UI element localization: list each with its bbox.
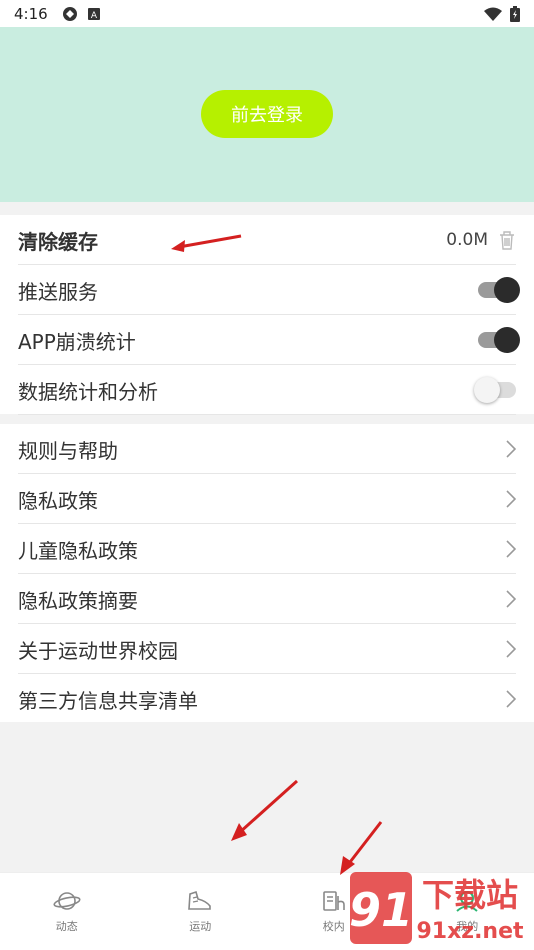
campus-icon xyxy=(322,890,345,911)
clear-cache-label: 清除缓存 xyxy=(18,229,98,254)
chevron-right-icon xyxy=(506,490,516,508)
status-bar: 4:16 A xyxy=(0,0,534,27)
privacy-policy-row[interactable]: 隐私政策 xyxy=(0,474,534,524)
watermark-title: 下载站 xyxy=(422,876,518,914)
privacy-policy-label: 隐私政策 xyxy=(18,488,98,513)
nav-item-sport[interactable]: 运动 xyxy=(134,873,268,950)
chevron-right-icon xyxy=(506,440,516,458)
nav-label-dynamics: 动态 xyxy=(55,919,78,933)
clear-cache-row[interactable]: 清除缓存 0.0M xyxy=(0,215,534,265)
annotation-arrow-nav-1 xyxy=(231,779,299,841)
chevron-right-icon xyxy=(506,640,516,658)
chevron-right-icon xyxy=(506,540,516,558)
child-privacy-row[interactable]: 儿童隐私政策 xyxy=(0,524,534,574)
crash-stats-row: APP崩溃统计 xyxy=(0,315,534,365)
privacy-summary-label: 隐私政策摘要 xyxy=(18,588,138,613)
nav-label-campus: 校内 xyxy=(322,919,345,933)
sneaker-icon xyxy=(188,890,212,910)
trash-icon[interactable] xyxy=(498,230,516,250)
svg-text:91: 91 xyxy=(349,883,413,937)
chevron-right-icon xyxy=(506,690,516,708)
push-service-toggle[interactable] xyxy=(478,277,520,303)
status-time: 4:16 xyxy=(14,4,48,23)
rules-help-row[interactable]: 规则与帮助 xyxy=(0,424,534,474)
rules-help-label: 规则与帮助 xyxy=(18,438,118,463)
chevron-right-icon xyxy=(506,590,516,608)
data-analytics-row: 数据统计和分析 xyxy=(0,365,534,415)
about-app-label: 关于运动世界校园 xyxy=(18,638,178,663)
planet-icon xyxy=(53,891,81,910)
third-party-sharing-row[interactable]: 第三方信息共享清单 xyxy=(0,674,534,724)
battery-icon xyxy=(510,5,520,22)
nav-label-sport: 运动 xyxy=(189,919,212,933)
login-button[interactable]: 前去登录 xyxy=(201,90,333,138)
settings-group-info: 规则与帮助 隐私政策 儿童隐私政策 隐私政策摘要 关于运动世界校园 第三方信息共… xyxy=(0,424,534,722)
watermark-url: 91xz.net xyxy=(416,919,524,944)
about-app-row[interactable]: 关于运动世界校园 xyxy=(0,624,534,674)
third-party-sharing-label: 第三方信息共享清单 xyxy=(18,688,198,713)
data-analytics-toggle[interactable] xyxy=(474,377,516,403)
crash-stats-label: APP崩溃统计 xyxy=(18,329,136,354)
wifi-icon xyxy=(484,7,502,21)
crash-stats-toggle[interactable] xyxy=(478,327,520,353)
nav-item-dynamics[interactable]: 动态 xyxy=(0,873,134,950)
privacy-summary-row[interactable]: 隐私政策摘要 xyxy=(0,574,534,624)
push-service-row: 推送服务 xyxy=(0,265,534,315)
profile-header: 前去登录 xyxy=(0,27,534,202)
a-notification-icon: A xyxy=(87,7,100,20)
data-analytics-label: 数据统计和分析 xyxy=(18,379,158,404)
push-service-label: 推送服务 xyxy=(18,279,98,304)
site-watermark-logo: 91 下载站 91xz.net xyxy=(349,872,524,944)
svg-text:A: A xyxy=(91,11,98,20)
settings-group-privacy: 清除缓存 0.0M 推送服务 APP崩溃统计 数据统计和分析 xyxy=(0,215,534,415)
child-privacy-label: 儿童隐私政策 xyxy=(18,538,138,563)
cache-size-value: 0.0M xyxy=(446,230,488,250)
app-notification-icon xyxy=(62,6,77,21)
